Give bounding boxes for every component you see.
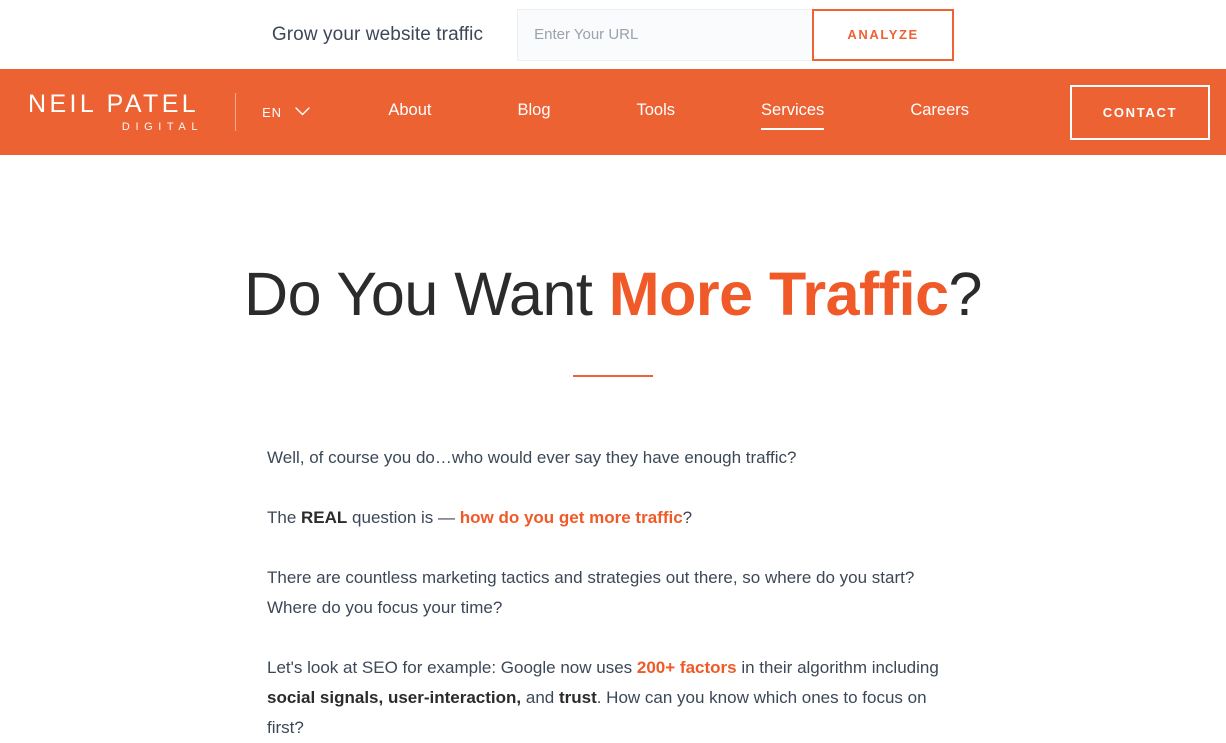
headline-lead: Do You Want [244, 260, 609, 328]
page-title: Do You Want More Traffic? [0, 260, 1226, 328]
nav-item-careers[interactable]: Careers [910, 95, 969, 130]
logo-primary-text: NEIL PATEL [28, 89, 200, 118]
nav-item-about[interactable]: About [388, 95, 431, 130]
chevron-down-icon [295, 103, 310, 121]
url-analyze-group: ANALYZE [517, 8, 955, 61]
p4-mid-1: in their algorithm including [736, 658, 939, 678]
paragraph-3: There are countless marketing tactics an… [267, 568, 915, 618]
main-content: Do You Want More Traffic? Well, of cours… [0, 155, 1226, 743]
nav-item-blog[interactable]: Blog [517, 95, 550, 130]
p4-bold-2: trust [558, 688, 597, 708]
nav-links: About Blog Tools Services Careers CONTAC… [345, 84, 1210, 140]
paragraph-4: Let's look at SEO for example: Google no… [267, 653, 959, 743]
body-copy: Well, of course you do…who would ever sa… [267, 443, 959, 743]
brand-area: NEIL PATEL DIGITAL EN [28, 89, 310, 133]
p2-tail: ? [682, 508, 693, 528]
paragraph-1: Well, of course you do…who would ever sa… [267, 448, 797, 468]
p2-lead: The [267, 508, 302, 528]
nav-item-services[interactable]: Services [761, 95, 825, 130]
p4-mid-2: and [521, 688, 559, 708]
language-label: EN [262, 104, 282, 120]
language-selector[interactable]: EN [262, 103, 310, 121]
analyze-button[interactable]: ANALYZE [812, 8, 955, 61]
nav-item-tools[interactable]: Tools [637, 95, 676, 130]
p2-real-emphasis: REAL [301, 508, 348, 528]
logo-neil-patel-digital[interactable]: NEIL PATEL DIGITAL [28, 89, 200, 133]
contact-button[interactable]: CONTACT [1070, 84, 1210, 140]
p4-accent-phrase: 200+ factors [636, 658, 737, 678]
p2-accent-phrase: how do you get more traffic [459, 508, 683, 528]
brand-divider [235, 93, 237, 131]
headline-tail: ? [948, 260, 983, 328]
logo-secondary-text: DIGITAL [121, 120, 204, 133]
top-utility-bar: Grow your website traffic ANALYZE [0, 0, 1226, 69]
p4-lead: Let's look at SEO for example: Google no… [267, 658, 637, 678]
p4-bold-1: social signals, user-interaction, [267, 688, 522, 708]
tagline-text: Grow your website traffic [271, 23, 484, 45]
paragraph-2: The REAL question is — how do you get mo… [267, 503, 959, 533]
main-navigation-bar: NEIL PATEL DIGITAL EN About Blog Tools S… [0, 69, 1226, 155]
p2-mid: question is — [347, 508, 460, 528]
url-input[interactable] [517, 8, 813, 61]
headline-accent: More Traffic [608, 260, 949, 328]
title-divider-rule [573, 375, 653, 378]
